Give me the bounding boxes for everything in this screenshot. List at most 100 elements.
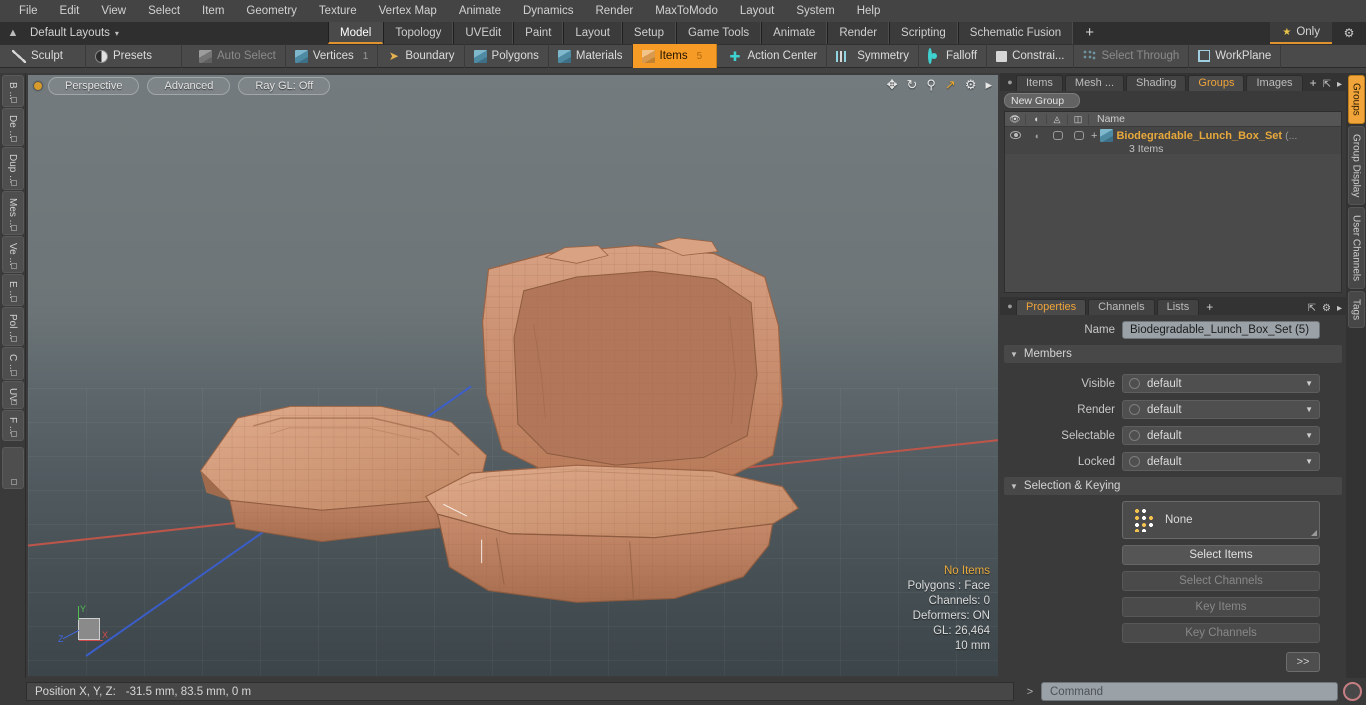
gear-icon[interactable]: ⚙ xyxy=(1322,303,1331,314)
chevron-down-icon[interactable]: ▾ xyxy=(115,29,119,38)
action-center-button[interactable]: ✚ Action Center xyxy=(721,44,828,68)
menu-file[interactable]: File xyxy=(8,0,49,22)
3d-viewport[interactable]: Perspective Advanced Ray GL: Off ✥ ↻ ⚲ ↗… xyxy=(28,75,998,676)
rail-tab-edge[interactable]: E ... xyxy=(1,273,24,306)
rail-tab-fusion[interactable]: F ... xyxy=(1,409,24,441)
chevron-right-icon[interactable]: ▸ xyxy=(1337,303,1342,314)
rail-tab-groups[interactable]: Groups xyxy=(1347,75,1365,124)
visible-dropdown[interactable]: default ▼ xyxy=(1122,374,1320,393)
view-mode-perspective[interactable]: Perspective xyxy=(48,77,140,95)
fit-icon[interactable]: ↗ xyxy=(945,77,956,93)
menu-select[interactable]: Select xyxy=(137,0,191,22)
expand-icon[interactable]: ⇱ xyxy=(1323,79,1331,90)
expander-icon[interactable]: + xyxy=(1091,130,1097,142)
groups-list[interactable]: 👁 ◖ ◬ ◫ Name ◖ + Biodegradable_Lunch_Box… xyxy=(1004,111,1342,293)
select-through-button[interactable]: Select Through xyxy=(1074,44,1190,68)
panel-menu-dot[interactable]: ● xyxy=(1004,73,1016,91)
group-name[interactable]: Biodegradable_Lunch_Box_Set xyxy=(1116,130,1282,142)
rail-tab-tags[interactable]: Tags xyxy=(1347,291,1365,329)
tab-uvedit[interactable]: UVEdit xyxy=(453,22,514,44)
rail-tab-polygon[interactable]: Pol ... xyxy=(1,306,24,347)
menu-item[interactable]: Item xyxy=(191,0,235,22)
tab-scripting[interactable]: Scripting xyxy=(889,22,958,44)
locked-dropdown[interactable]: default ▼ xyxy=(1122,452,1320,471)
symmetry-button[interactable]: Symmetry xyxy=(827,44,919,68)
keying-section-header[interactable]: ▼ Selection & Keying xyxy=(1004,477,1342,495)
rotate-icon[interactable]: ↻ xyxy=(906,77,917,93)
tab-paint[interactable]: Paint xyxy=(513,22,564,44)
chevron-right-icon[interactable]: ▸ xyxy=(985,77,992,93)
row-ghost-toggle[interactable]: ◖ xyxy=(1026,129,1047,141)
new-group-button[interactable]: New Group xyxy=(1004,93,1080,108)
menu-dynamics[interactable]: Dynamics xyxy=(512,0,584,22)
row-visible-toggle[interactable] xyxy=(1005,129,1026,139)
menu-layout[interactable]: Layout xyxy=(729,0,786,22)
forward-button[interactable]: >> xyxy=(1286,652,1320,672)
menu-maxtomodo[interactable]: MaxToModo xyxy=(644,0,729,22)
home-icon[interactable]: ▲ xyxy=(0,27,26,39)
table-row[interactable]: ◖ + Biodegradable_Lunch_Box_Set (... 3 I… xyxy=(1005,127,1341,155)
menu-help[interactable]: Help xyxy=(846,0,892,22)
sculpt-button[interactable]: Sculpt xyxy=(0,44,86,68)
selectable-dropdown[interactable]: default ▼ xyxy=(1122,426,1320,445)
select-items-button[interactable]: Select Items xyxy=(1122,545,1320,565)
tab-images[interactable]: Images xyxy=(1246,75,1303,91)
falloff-button[interactable]: Falloff xyxy=(919,44,988,68)
members-section-header[interactable]: ▼ Members xyxy=(1004,345,1342,363)
tab-schematic-fusion[interactable]: Schematic Fusion xyxy=(957,22,1074,44)
menu-system[interactable]: System xyxy=(785,0,845,22)
add-panel-tab-button[interactable]: + xyxy=(1305,75,1322,91)
tab-channels[interactable]: Channels xyxy=(1088,299,1155,315)
rail-tab-vertex[interactable]: Ve ... xyxy=(1,236,24,273)
default-layouts-label[interactable]: Default Layouts xyxy=(26,27,110,39)
presets-button[interactable]: Presets xyxy=(86,44,182,68)
expand-icon[interactable]: ⇱ xyxy=(1308,303,1316,314)
viewport-indicator[interactable] xyxy=(34,82,42,90)
zoom-icon[interactable]: ⚲ xyxy=(926,77,936,93)
shading-mode-advanced[interactable]: Advanced xyxy=(147,77,231,95)
auto-select-button[interactable]: Auto Select xyxy=(190,44,286,68)
tab-setup[interactable]: Setup xyxy=(621,22,676,44)
add-tab-button[interactable]: + xyxy=(1073,22,1106,44)
menu-geometry[interactable]: Geometry xyxy=(235,0,308,22)
name-input[interactable]: Biodegradable_Lunch_Box_Set (5) xyxy=(1122,320,1320,339)
rail-tab-deform[interactable]: De ... xyxy=(1,107,24,146)
chevron-right-icon[interactable]: ▸ xyxy=(1337,79,1342,90)
tab-layout[interactable]: Layout xyxy=(563,22,622,44)
tab-render[interactable]: Render xyxy=(827,22,890,44)
constraint-button[interactable]: Constrai... xyxy=(987,44,1075,68)
ray-gl-toggle[interactable]: Ray GL: Off xyxy=(238,77,331,95)
gear-icon[interactable]: ⚙ xyxy=(1332,26,1366,40)
workplane-button[interactable]: WorkPlane xyxy=(1189,44,1282,68)
tab-topology[interactable]: Topology xyxy=(383,22,454,44)
menu-animate[interactable]: Animate xyxy=(448,0,512,22)
rail-tab-user-channels[interactable]: User Channels xyxy=(1347,207,1365,290)
tab-shading[interactable]: Shading xyxy=(1126,75,1187,91)
rail-tab-group-display[interactable]: Group Display xyxy=(1347,125,1365,206)
rail-tab-mesh[interactable]: Mes ... xyxy=(1,191,24,236)
polygons-button[interactable]: Polygons xyxy=(465,44,549,68)
menu-texture[interactable]: Texture xyxy=(308,0,368,22)
row-shaded-toggle[interactable] xyxy=(1068,129,1089,140)
record-icon[interactable] xyxy=(1343,682,1362,701)
tab-lists[interactable]: Lists xyxy=(1156,299,1200,315)
tab-game-tools[interactable]: Game Tools xyxy=(675,22,762,44)
menu-view[interactable]: View xyxy=(90,0,137,22)
items-button[interactable]: Items 5 xyxy=(632,44,717,68)
menu-vertex-map[interactable]: Vertex Map xyxy=(368,0,448,22)
keying-preview-box[interactable]: None xyxy=(1122,501,1320,539)
rail-tab-basic[interactable]: B ... xyxy=(1,75,24,107)
add-properties-tab-button[interactable]: + xyxy=(1201,299,1218,315)
render-dropdown[interactable]: default ▼ xyxy=(1122,400,1320,419)
command-input[interactable]: Command xyxy=(1041,682,1338,701)
only-toggle-button[interactable]: ★ Only xyxy=(1270,22,1332,44)
boundary-button[interactable]: ➤ Boundary xyxy=(378,44,465,68)
menu-edit[interactable]: Edit xyxy=(49,0,91,22)
tab-animate[interactable]: Animate xyxy=(761,22,828,44)
rail-tab-duplicate[interactable]: Dup ... xyxy=(1,146,24,191)
materials-button[interactable]: Materials xyxy=(549,44,633,68)
tab-mesh[interactable]: Mesh ... xyxy=(1064,75,1125,91)
tab-model[interactable]: Model xyxy=(328,22,384,44)
properties-menu-dot[interactable]: ● xyxy=(1004,297,1016,315)
tab-groups[interactable]: Groups xyxy=(1188,75,1245,91)
